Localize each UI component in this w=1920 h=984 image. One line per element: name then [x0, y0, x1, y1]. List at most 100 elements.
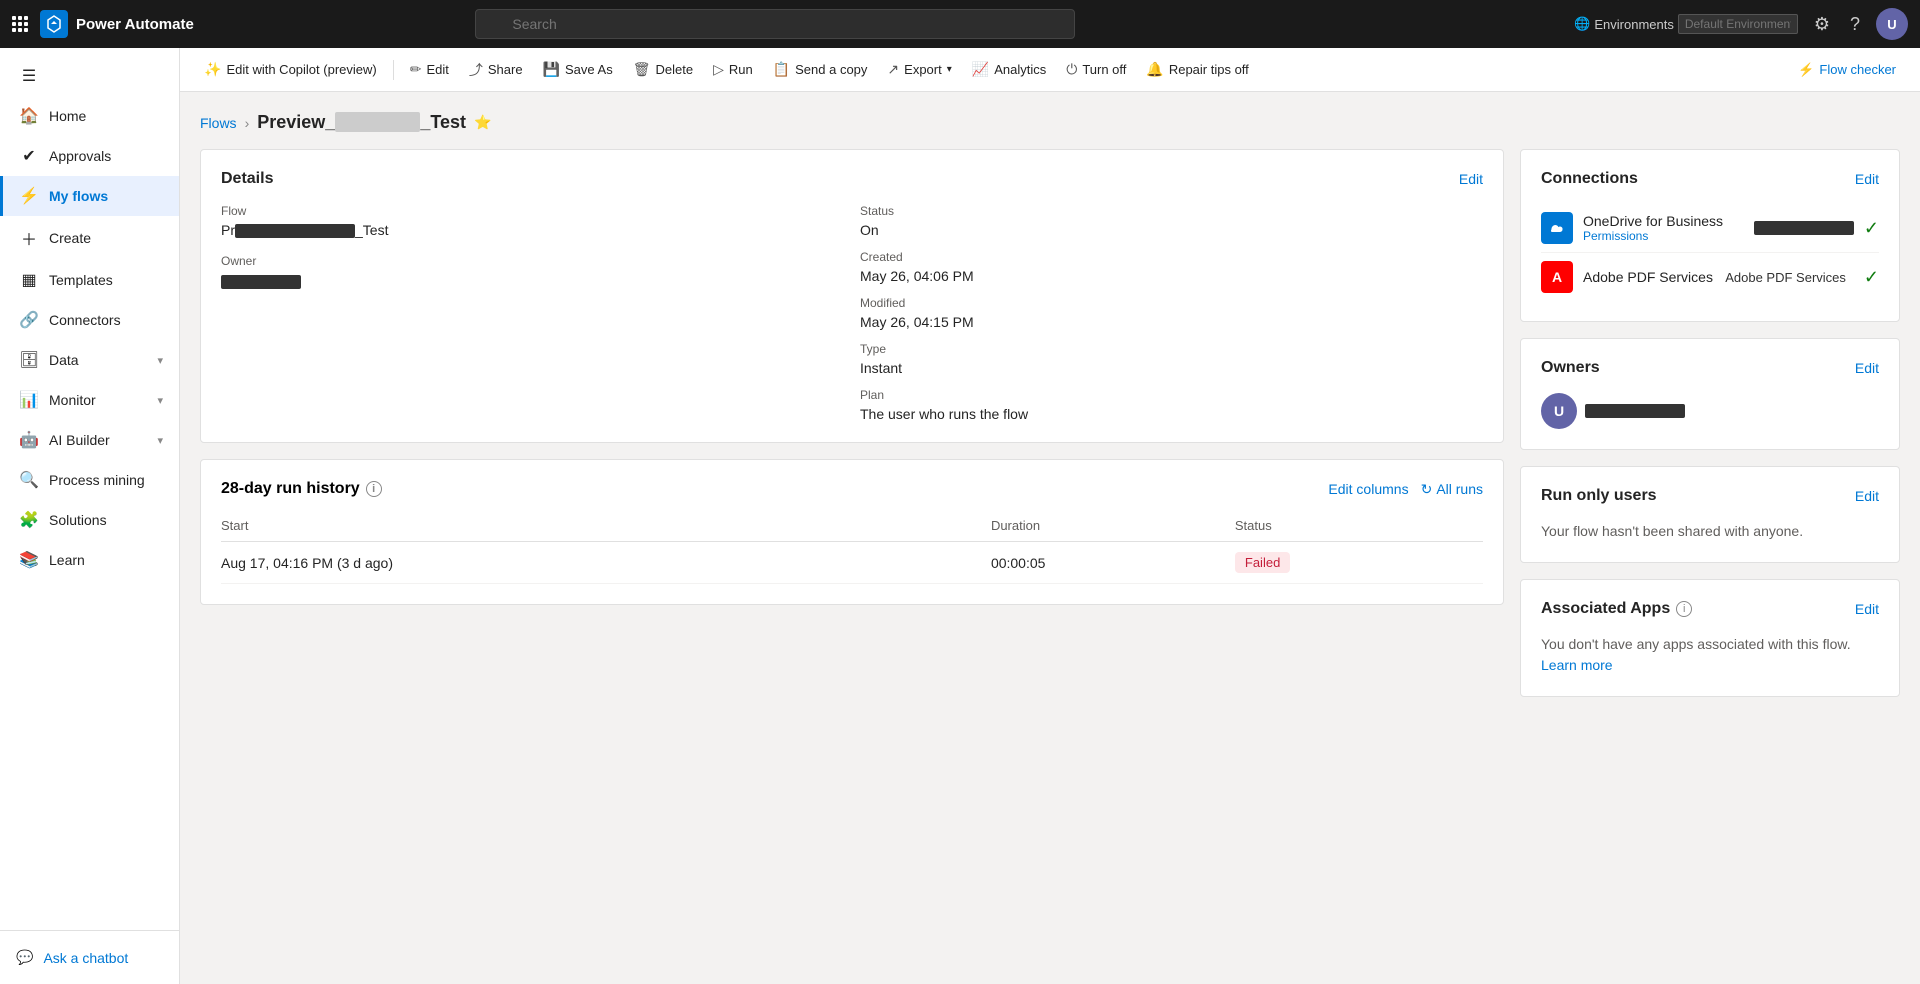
run-history-row-0[interactable]: Aug 17, 04:16 PM (3 d ago) 00:00:05 Fail… — [221, 542, 1483, 584]
onedrive-redacted — [1754, 221, 1854, 235]
edit-columns-link[interactable]: Edit columns — [1328, 481, 1408, 497]
details-title: Details — [221, 170, 273, 188]
modified-label: Modified — [860, 296, 1483, 310]
sidebar-item-learn[interactable]: 📚 Learn — [0, 540, 179, 580]
flow-checker-icon: ⚡ — [1798, 62, 1814, 78]
onedrive-permissions-link[interactable]: Permissions — [1583, 229, 1744, 243]
run-history-title: 28-day run history i — [221, 480, 382, 498]
run-button[interactable]: ▷ Run — [705, 57, 761, 82]
breadcrumb-separator: › — [245, 115, 250, 131]
run-only-users-message: Your flow hasn't been shared with anyone… — [1541, 521, 1879, 542]
monitor-icon: 📊 — [19, 390, 39, 410]
connections-edit-link[interactable]: Edit — [1855, 171, 1879, 187]
data-icon: 🗄 — [19, 350, 39, 370]
all-runs-link[interactable]: ↻ All runs — [1421, 481, 1483, 498]
edit-copilot-button[interactable]: ✨ Edit with Copilot (preview) — [196, 57, 385, 82]
repair-tips-label: Repair tips off — [1169, 62, 1249, 77]
sidebar-item-create-label: Create — [49, 230, 163, 246]
sidebar-item-my-flows[interactable]: ⚡ My flows — [0, 176, 179, 216]
flow-detail: Flow Pr_Test — [221, 204, 844, 238]
sidebar-item-process-mining[interactable]: 🔍 Process mining — [0, 460, 179, 500]
turn-off-button[interactable]: ⏻ Turn off — [1058, 57, 1134, 82]
delete-icon: 🗑 — [633, 61, 651, 78]
sidebar-item-approvals[interactable]: ✔ Approvals — [0, 136, 179, 176]
save-as-button[interactable]: 💾 Save As — [535, 57, 621, 82]
associated-apps-msg-text: You don't have any apps associated with … — [1541, 636, 1851, 652]
sidebar-item-process-mining-label: Process mining — [49, 472, 163, 488]
export-button[interactable]: ↗ Export ▾ — [879, 57, 959, 82]
templates-icon: ▦ — [19, 270, 39, 290]
adobe-info: Adobe PDF Services — [1583, 269, 1715, 285]
sidebar-item-data[interactable]: 🗄 Data ▾ — [0, 340, 179, 380]
chatbot-button[interactable]: 💬 Ask a chatbot — [0, 939, 179, 976]
create-icon: ＋ — [19, 226, 39, 250]
repair-tips-button[interactable]: 🔔 Repair tips off — [1138, 57, 1256, 82]
sidebar-item-home[interactable]: 🏠 Home — [0, 96, 179, 136]
analytics-icon: 📈 — [972, 61, 989, 78]
owners-header: Owners Edit — [1541, 359, 1879, 377]
owner-label: Owner — [221, 254, 844, 268]
type-value: Instant — [860, 360, 1483, 376]
send-copy-icon: 📋 — [773, 61, 790, 78]
flow-checker-label: Flow checker — [1819, 62, 1896, 77]
run-duration-0: 00:00:05 — [991, 542, 1235, 584]
env-label: Environments — [1594, 17, 1673, 32]
settings-button[interactable]: ⚙ — [1810, 10, 1834, 39]
sidebar-item-my-flows-label: My flows — [49, 188, 163, 204]
connection-item-onedrive: OneDrive for Business Permissions ✓ — [1541, 204, 1879, 253]
adobe-logo: A — [1541, 261, 1573, 293]
associated-apps-edit-link[interactable]: Edit — [1855, 601, 1879, 617]
details-edit-link[interactable]: Edit — [1459, 171, 1483, 187]
sidebar-item-ai-builder[interactable]: 🤖 AI Builder ▾ — [0, 420, 179, 460]
top-nav-right: 🌐 Environments ⚙ ? U — [1574, 8, 1908, 40]
sidebar-item-connectors[interactable]: 🔗 Connectors — [0, 300, 179, 340]
flows-breadcrumb-link[interactable]: Flows — [200, 115, 237, 131]
sidebar-item-monitor[interactable]: 📊 Monitor ▾ — [0, 380, 179, 420]
help-button[interactable]: ? — [1846, 10, 1864, 39]
sidebar-item-create[interactable]: ＋ Create — [0, 216, 179, 260]
owners-edit-link[interactable]: Edit — [1855, 360, 1879, 376]
flow-star-icon[interactable]: ⭐ — [474, 114, 491, 131]
flow-checker-button[interactable]: ⚡ Flow checker — [1790, 58, 1904, 82]
type-detail: Type Instant — [860, 342, 1483, 376]
sidebar-item-templates[interactable]: ▦ Templates — [0, 260, 179, 300]
delete-button[interactable]: 🗑 Delete — [625, 57, 701, 82]
edit-label: Edit — [426, 62, 448, 77]
run-history-title-text: 28-day run history — [221, 480, 360, 498]
avatar[interactable]: U — [1876, 8, 1908, 40]
analytics-button[interactable]: 📈 Analytics — [964, 57, 1054, 82]
status-badge-failed: Failed — [1235, 552, 1290, 573]
run-history-actions: Edit columns ↻ All runs — [1328, 481, 1483, 498]
run-only-users-edit-link[interactable]: Edit — [1855, 488, 1879, 504]
run-history-info-icon[interactable]: i — [366, 481, 382, 497]
search-input[interactable] — [475, 9, 1075, 39]
associated-apps-message: You don't have any apps associated with … — [1541, 634, 1879, 676]
send-copy-button[interactable]: 📋 Send a copy — [765, 57, 876, 82]
owners-title: Owners — [1541, 359, 1600, 377]
edit-button[interactable]: ✏ Edit — [402, 57, 457, 82]
app-logo: Power Automate — [40, 10, 220, 38]
owner-detail: Owner — [221, 254, 844, 288]
waffle-menu[interactable] — [12, 16, 28, 32]
sidebar-item-solutions[interactable]: 🧩 Solutions — [0, 500, 179, 540]
environments-icon: 🌐 — [1574, 16, 1590, 32]
save-as-icon: 💾 — [543, 61, 560, 78]
environments-selector[interactable]: 🌐 Environments — [1574, 14, 1798, 34]
toolbar: ✨ Edit with Copilot (preview) ✏ Edit ⤴ S… — [180, 48, 1920, 92]
sidebar-collapse-btn[interactable]: ☰ — [0, 56, 179, 96]
associated-apps-card: Associated Apps i Edit You don't have an… — [1520, 579, 1900, 697]
main-content: Flows › Preview_ _Test ⭐ Details Edit Fl… — [180, 92, 1920, 984]
modified-value: May 26, 04:15 PM — [860, 314, 1483, 330]
content-grid: Details Edit Flow Pr_Test Owner — [200, 149, 1900, 713]
learn-more-link[interactable]: Learn more — [1541, 657, 1613, 673]
sidebar-nav: ☰ 🏠 Home ✔ Approvals ⚡ My flows ＋ Create… — [0, 48, 179, 588]
sidebar-item-learn-label: Learn — [49, 552, 163, 568]
send-copy-label: Send a copy — [795, 62, 867, 77]
env-input[interactable] — [1678, 14, 1798, 34]
associated-apps-header: Associated Apps i Edit — [1541, 600, 1879, 618]
share-button[interactable]: ⤴ Share — [461, 56, 531, 84]
sidebar-item-solutions-label: Solutions — [49, 512, 163, 528]
breadcrumb-current-flow: Preview_ _Test — [257, 112, 466, 133]
associated-apps-info-icon[interactable]: i — [1676, 601, 1692, 617]
adobe-display: Adobe PDF Services — [1725, 270, 1846, 285]
